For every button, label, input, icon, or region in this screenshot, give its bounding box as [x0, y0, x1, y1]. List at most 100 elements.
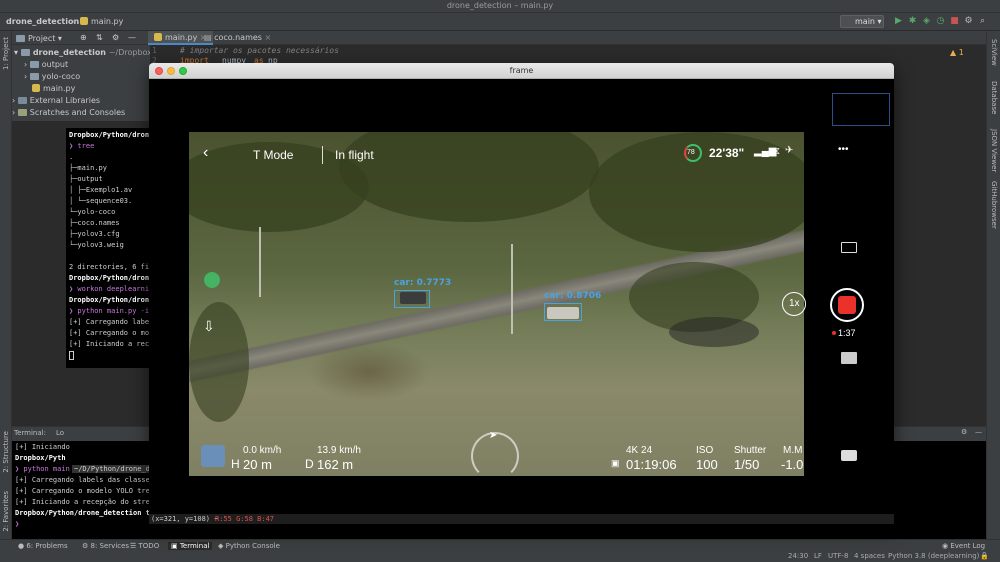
gear-icon[interactable]: ⚙ [112, 33, 119, 42]
more-menu[interactable]: ••• [838, 144, 849, 155]
tool-tab-problems[interactable]: ● 6: Problems [18, 542, 68, 550]
gear-icon[interactable]: ⚙ [961, 428, 967, 436]
search-everywhere-icon[interactable]: ⌕ [977, 16, 988, 27]
utility-pole [259, 227, 261, 297]
terminal-window-top: Dropbox/Python/drone ❯ tree . ├─main.py … [66, 128, 150, 368]
line-number: 1 [152, 46, 157, 55]
tool-database-tab[interactable]: Database [990, 81, 998, 114]
video-mode-icon[interactable] [841, 352, 857, 364]
detection-label: car: 0.7773 [394, 278, 452, 288]
terminal-line: Dropbox/Pyth [15, 454, 66, 462]
terminal-line: Dropbox/Python/drone [69, 274, 150, 282]
record-elapsed: 1:37 [838, 328, 856, 338]
terminal-line: 2 directories, 6 fi [69, 263, 150, 271]
takeoff-landing-icon[interactable]: ⇩ [203, 318, 215, 335]
tree-item-main-py[interactable]: main.py [32, 84, 75, 93]
distance-value: 162 m [317, 457, 354, 472]
terminal-line: ├─output [69, 175, 103, 183]
terminal-path-tab: ~/D/Python/drone_de [72, 465, 157, 473]
tab-label: main.py [165, 33, 198, 42]
python-file-icon [80, 17, 88, 25]
tree-item-label: External Libraries [29, 96, 101, 105]
record-time-remaining: 01:19:06 [626, 457, 677, 472]
tool-tab-python-console[interactable]: ◆ Python Console [218, 542, 280, 550]
event-log-button[interactable]: ◉ Event Log [942, 542, 985, 550]
terminal-line: Dropbox/Python/drone [69, 131, 150, 139]
status-line-separator[interactable]: LF [814, 552, 822, 560]
debug-icon[interactable]: ✱ [907, 16, 918, 27]
hide-icon[interactable]: — [128, 33, 136, 42]
tool-tab-todo[interactable]: ☰ TODO [130, 542, 159, 550]
video-resolution: 4K 24 [626, 445, 653, 456]
tool-structure-tab[interactable]: 2: Structure [2, 431, 10, 473]
run-config-select[interactable]: main ▾ [840, 15, 884, 28]
obstacle-sensing-icon[interactable] [204, 272, 220, 288]
tree-item-scratches[interactable]: › Scratches and Consoles [12, 108, 125, 117]
code-editor[interactable]: 1 # importar os pacotes necessários 2 im… [150, 45, 986, 65]
tool-tab-terminal[interactable]: ▣ Terminal [168, 542, 213, 550]
tool-json-viewer-tab[interactable]: JSON Viewer [990, 129, 998, 172]
tool-tab-label: 6: Problems [26, 542, 68, 550]
hide-icon[interactable]: — [975, 428, 982, 436]
tool-project-tab[interactable]: 1: Project [2, 37, 10, 70]
status-encoding[interactable]: UTF-8 [828, 552, 848, 560]
settings-icon[interactable]: ⚙ [963, 16, 974, 27]
terminal-line: [+] Carregando o modelo YOLO trei [15, 487, 155, 495]
project-view-select[interactable]: Project ▾ [16, 34, 62, 43]
locate-icon[interactable]: ⊕ [80, 33, 87, 42]
flight-mode[interactable]: T Mode [253, 148, 293, 162]
height-label: H [231, 457, 240, 471]
services-icon: ⚙ [82, 542, 91, 550]
status-position[interactable]: 24:30 [788, 552, 808, 560]
tree-item-output[interactable]: › output [24, 60, 68, 69]
tree-item-label: output [41, 60, 69, 69]
metering-label: M.M [783, 445, 803, 456]
code-line-comment: # importar os pacotes necessários [180, 46, 339, 55]
record-stop-icon [838, 296, 856, 314]
zoom-level: 1x [789, 298, 800, 309]
collapse-icon[interactable]: ⇅ [96, 33, 103, 42]
tool-sciview-tab[interactable]: SciView [990, 39, 998, 66]
tree-item-external-libraries[interactable]: › External Libraries [12, 96, 100, 105]
lock-icon[interactable]: 🔒 [980, 552, 989, 560]
tab-coco-names[interactable]: ▤ coco.names × [198, 31, 277, 45]
close-icon[interactable]: × [265, 33, 272, 42]
detection-box [544, 303, 582, 321]
frame-title: frame [509, 66, 534, 75]
tool-favorites-tab[interactable]: 2: Favorites [2, 491, 10, 532]
back-icon[interactable]: ‹ [203, 144, 208, 162]
frame-window[interactable]: frame car: 0.7773 car: 0.8706 ‹ T Mode I… [149, 63, 894, 524]
drone-video-feed: car: 0.7773 car: 0.8706 ‹ T Mode In flig… [189, 132, 804, 476]
warning-indicator[interactable]: ▲ 1 [950, 48, 964, 57]
breadcrumb-file[interactable]: main.py [80, 17, 123, 26]
tool-githubrowser-tab[interactable]: GitHubrowser [990, 181, 998, 229]
stop-icon[interactable]: ■ [949, 16, 960, 27]
map-icon[interactable] [201, 445, 225, 467]
status-indent[interactable]: 4 spaces [854, 552, 885, 560]
terminal-line: └─yolov3.weig [69, 241, 124, 249]
run-icon[interactable]: ▶ [893, 16, 904, 27]
right-tool-strip: SciView Database JSON Viewer GitHubrowse… [986, 31, 1000, 539]
tree-root[interactable]: ▾ drone_detection ~/Dropbox/P [14, 48, 159, 57]
terminal-tab-local[interactable]: Lo [56, 429, 64, 437]
camera-settings-icon[interactable] [841, 450, 857, 461]
run-config-label: main [855, 17, 875, 26]
tree-item-label: main.py [43, 84, 76, 93]
frame-titlebar[interactable]: frame [149, 63, 894, 79]
tree-item-yolo-coco[interactable]: › yolo-coco [24, 72, 80, 81]
breadcrumb-project[interactable]: drone_detection [6, 17, 79, 26]
terminal-line: ❯ [15, 520, 20, 528]
utility-pole [511, 244, 513, 334]
pixel-rgb: R:55 G:58 B:47 [215, 515, 275, 523]
terminal-line: [+] Iniciando a rece [69, 340, 150, 348]
tool-window-bar: ● 6: Problems ⚙ 8: Services ☰ TODO ▣ Ter… [0, 539, 1000, 552]
terminal-line: [+] Carregando labe [69, 318, 150, 326]
playback-icon[interactable] [841, 242, 857, 253]
profile-icon[interactable]: ◷ [935, 16, 946, 27]
coverage-icon[interactable]: ◈ [921, 16, 932, 27]
tool-tab-label: Terminal [179, 542, 210, 550]
frame-statusbar: (x=321, y=108) ~ R:55 G:58 B:47 [149, 514, 894, 524]
hud-divider [322, 146, 323, 164]
status-interpreter[interactable]: Python 3.8 (deeplearning) [888, 552, 979, 560]
tool-tab-services[interactable]: ⚙ 8: Services [82, 542, 129, 550]
